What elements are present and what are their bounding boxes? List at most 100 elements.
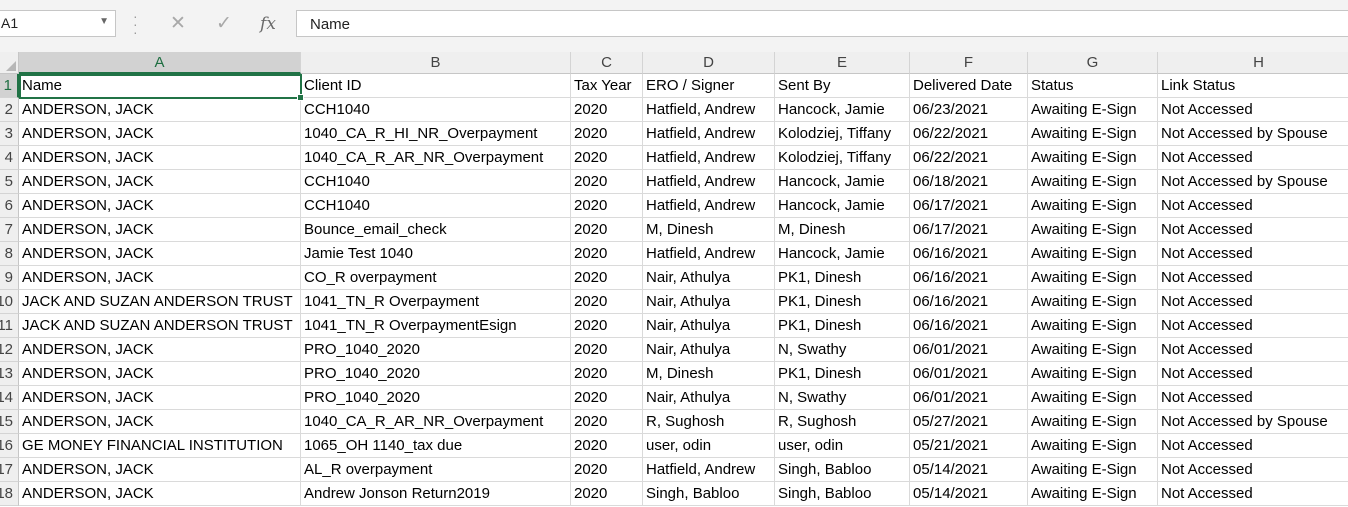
- cell-e9[interactable]: PK1, Dinesh: [775, 266, 910, 290]
- cell-e5[interactable]: Hancock, Jamie: [775, 170, 910, 194]
- cell-f9[interactable]: 06/16/2021: [910, 266, 1028, 290]
- cell-c3[interactable]: 2020: [571, 122, 643, 146]
- cell-b11[interactable]: 1041_TN_R OverpaymentEsign: [301, 314, 571, 338]
- cell-f6[interactable]: 06/17/2021: [910, 194, 1028, 218]
- column-header-f[interactable]: F: [910, 52, 1028, 74]
- column-header-c[interactable]: C: [571, 52, 643, 74]
- header-cell-b[interactable]: Client ID: [301, 74, 571, 98]
- row-header-18[interactable]: 18: [0, 482, 19, 506]
- cell-h11[interactable]: Not Accessed: [1158, 314, 1348, 338]
- cell-b18[interactable]: Andrew Jonson Return2019: [301, 482, 571, 506]
- cell-b17[interactable]: AL_R overpayment: [301, 458, 571, 482]
- cell-a13[interactable]: ANDERSON, JACK: [19, 362, 301, 386]
- cell-d11[interactable]: Nair, Athulya: [643, 314, 775, 338]
- cell-h3[interactable]: Not Accessed by Spouse: [1158, 122, 1348, 146]
- cell-h6[interactable]: Not Accessed: [1158, 194, 1348, 218]
- cell-d15[interactable]: R, Sughosh: [643, 410, 775, 434]
- cell-b5[interactable]: CCH1040: [301, 170, 571, 194]
- cell-d8[interactable]: Hatfield, Andrew: [643, 242, 775, 266]
- formula-input[interactable]: Name: [296, 10, 1348, 37]
- row-header-13[interactable]: 13: [0, 362, 19, 386]
- cell-b16[interactable]: 1065_OH 1140_tax due: [301, 434, 571, 458]
- row-header-15[interactable]: 15: [0, 410, 19, 434]
- cell-c14[interactable]: 2020: [571, 386, 643, 410]
- row-header-8[interactable]: 8: [0, 242, 19, 266]
- header-cell-a[interactable]: Name: [19, 74, 301, 98]
- cell-c6[interactable]: 2020: [571, 194, 643, 218]
- cell-g11[interactable]: Awaiting E-Sign: [1028, 314, 1158, 338]
- cell-g4[interactable]: Awaiting E-Sign: [1028, 146, 1158, 170]
- cell-c4[interactable]: 2020: [571, 146, 643, 170]
- cell-b10[interactable]: 1041_TN_R Overpayment: [301, 290, 571, 314]
- cell-c13[interactable]: 2020: [571, 362, 643, 386]
- cell-g3[interactable]: Awaiting E-Sign: [1028, 122, 1158, 146]
- cell-h5[interactable]: Not Accessed by Spouse: [1158, 170, 1348, 194]
- cell-g17[interactable]: Awaiting E-Sign: [1028, 458, 1158, 482]
- cell-a3[interactable]: ANDERSON, JACK: [19, 122, 301, 146]
- row-header-9[interactable]: 9: [0, 266, 19, 290]
- cell-f11[interactable]: 06/16/2021: [910, 314, 1028, 338]
- cell-d2[interactable]: Hatfield, Andrew: [643, 98, 775, 122]
- chevron-down-icon[interactable]: ▼: [99, 16, 109, 27]
- cell-e11[interactable]: PK1, Dinesh: [775, 314, 910, 338]
- cell-d17[interactable]: Hatfield, Andrew: [643, 458, 775, 482]
- header-cell-h[interactable]: Link Status: [1158, 74, 1348, 98]
- cell-g9[interactable]: Awaiting E-Sign: [1028, 266, 1158, 290]
- cell-h16[interactable]: Not Accessed: [1158, 434, 1348, 458]
- cell-g5[interactable]: Awaiting E-Sign: [1028, 170, 1158, 194]
- cell-c17[interactable]: 2020: [571, 458, 643, 482]
- cell-a7[interactable]: ANDERSON, JACK: [19, 218, 301, 242]
- cell-h14[interactable]: Not Accessed: [1158, 386, 1348, 410]
- cell-e12[interactable]: N, Swathy: [775, 338, 910, 362]
- cell-c15[interactable]: 2020: [571, 410, 643, 434]
- cell-d6[interactable]: Hatfield, Andrew: [643, 194, 775, 218]
- cell-h15[interactable]: Not Accessed by Spouse: [1158, 410, 1348, 434]
- cell-g18[interactable]: Awaiting E-Sign: [1028, 482, 1158, 506]
- cell-f10[interactable]: 06/16/2021: [910, 290, 1028, 314]
- row-header-7[interactable]: 7: [0, 218, 19, 242]
- cell-e2[interactable]: Hancock, Jamie: [775, 98, 910, 122]
- cell-h13[interactable]: Not Accessed: [1158, 362, 1348, 386]
- row-header-5[interactable]: 5: [0, 170, 19, 194]
- column-header-g[interactable]: G: [1028, 52, 1158, 74]
- insert-function-icon[interactable]: fx: [253, 10, 283, 37]
- cell-f17[interactable]: 05/14/2021: [910, 458, 1028, 482]
- cell-h17[interactable]: Not Accessed: [1158, 458, 1348, 482]
- cell-c7[interactable]: 2020: [571, 218, 643, 242]
- cell-a8[interactable]: ANDERSON, JACK: [19, 242, 301, 266]
- header-cell-g[interactable]: Status: [1028, 74, 1158, 98]
- row-header-6[interactable]: 6: [0, 194, 19, 218]
- row-header-2[interactable]: 2: [0, 98, 19, 122]
- cell-a16[interactable]: GE MONEY FINANCIAL INSTITUTION: [19, 434, 301, 458]
- cell-c8[interactable]: 2020: [571, 242, 643, 266]
- cell-f13[interactable]: 06/01/2021: [910, 362, 1028, 386]
- cell-f15[interactable]: 05/27/2021: [910, 410, 1028, 434]
- cell-f8[interactable]: 06/16/2021: [910, 242, 1028, 266]
- cell-b3[interactable]: 1040_CA_R_HI_NR_Overpayment: [301, 122, 571, 146]
- cell-e4[interactable]: Kolodziej, Tiffany: [775, 146, 910, 170]
- cell-e14[interactable]: N, Swathy: [775, 386, 910, 410]
- header-cell-e[interactable]: Sent By: [775, 74, 910, 98]
- cell-h9[interactable]: Not Accessed: [1158, 266, 1348, 290]
- cell-e13[interactable]: PK1, Dinesh: [775, 362, 910, 386]
- cell-f7[interactable]: 06/17/2021: [910, 218, 1028, 242]
- cell-c12[interactable]: 2020: [571, 338, 643, 362]
- cell-b8[interactable]: Jamie Test 1040: [301, 242, 571, 266]
- cell-b13[interactable]: PRO_1040_2020: [301, 362, 571, 386]
- cell-b7[interactable]: Bounce_email_check: [301, 218, 571, 242]
- cell-h2[interactable]: Not Accessed: [1158, 98, 1348, 122]
- column-header-e[interactable]: E: [775, 52, 910, 74]
- cell-d5[interactable]: Hatfield, Andrew: [643, 170, 775, 194]
- cell-c10[interactable]: 2020: [571, 290, 643, 314]
- cell-g14[interactable]: Awaiting E-Sign: [1028, 386, 1158, 410]
- cell-g16[interactable]: Awaiting E-Sign: [1028, 434, 1158, 458]
- cell-h7[interactable]: Not Accessed: [1158, 218, 1348, 242]
- cell-e7[interactable]: M, Dinesh: [775, 218, 910, 242]
- column-header-d[interactable]: D: [643, 52, 775, 74]
- row-header-11[interactable]: 11: [0, 314, 19, 338]
- cell-a12[interactable]: ANDERSON, JACK: [19, 338, 301, 362]
- cell-e18[interactable]: Singh, Babloo: [775, 482, 910, 506]
- cell-b12[interactable]: PRO_1040_2020: [301, 338, 571, 362]
- cell-e8[interactable]: Hancock, Jamie: [775, 242, 910, 266]
- cell-e15[interactable]: R, Sughosh: [775, 410, 910, 434]
